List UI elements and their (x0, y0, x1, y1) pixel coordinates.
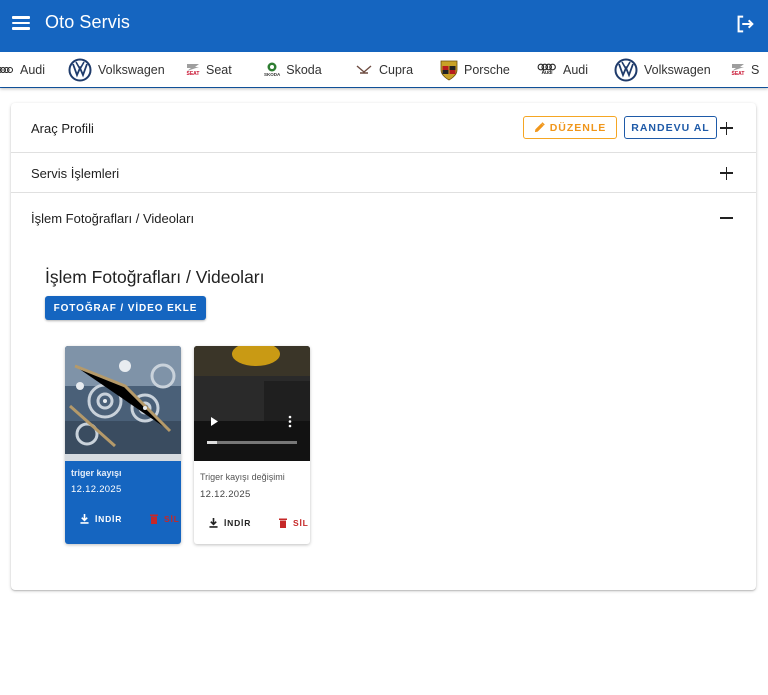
brand-label: Seat (206, 62, 232, 77)
app-title: Oto Servis (45, 12, 131, 32)
media-card-video[interactable]: Triger kayışı değişimi 12.12.2025 İNDİR … (194, 346, 310, 544)
delete-button[interactable]: SİL (150, 512, 180, 526)
media-card-photo[interactable]: triger kayışı 12.12.2025 İNDİR SİL (65, 346, 181, 544)
pencil-icon (534, 122, 545, 133)
media-date: 12.12.2025 (200, 489, 251, 500)
expand-plus-icon[interactable] (720, 166, 734, 180)
brand-label: Volkswagen (98, 62, 165, 77)
brand-label: Volkswagen (644, 62, 711, 77)
audi-logo-icon: Audi (537, 63, 557, 76)
brand-carousel: Audi Volkswagen SEAT Seat SKODA Skoda Cu… (0, 52, 768, 87)
vehicle-panel: Araç Profili DÜZENLE RANDEVU AL Servis İ… (11, 103, 756, 590)
audi-logo-icon (0, 65, 14, 75)
skoda-logo-icon: SKODA (264, 62, 280, 77)
brand-item-volkswagen[interactable]: Volkswagen (68, 52, 165, 87)
brand-item-seat[interactable]: SEAT Seat (186, 52, 232, 87)
brand-label: Cupra (379, 62, 414, 77)
delete-label: SİL (164, 514, 180, 524)
download-button[interactable]: İNDİR (209, 516, 251, 530)
download-button[interactable]: İNDİR (80, 512, 122, 526)
porsche-logo-icon (440, 59, 458, 81)
video-player[interactable] (194, 346, 310, 461)
menu-icon[interactable] (12, 14, 32, 34)
brand-item-seat-2[interactable]: SEAT S (731, 52, 760, 87)
add-media-button-label: FOTOĞRAF / VİDEO EKLE (53, 302, 198, 314)
services-header[interactable]: Servis İşlemleri (11, 153, 756, 193)
collapse-minus-icon[interactable] (720, 211, 734, 225)
profile-header[interactable]: Araç Profili DÜZENLE RANDEVU AL (11, 103, 756, 153)
download-label: İNDİR (224, 518, 252, 528)
brand-item-audi[interactable]: Audi (0, 52, 45, 87)
brand-item-cupra[interactable]: Cupra (355, 52, 413, 87)
seat-logo-icon: SEAT (186, 63, 200, 77)
brand-item-porsche[interactable]: Porsche (440, 52, 510, 87)
cupra-logo-icon (355, 64, 373, 76)
brand-item-volkswagen-2[interactable]: Volkswagen (614, 52, 711, 87)
brand-label: Audi (563, 62, 589, 77)
download-label: İNDİR (95, 514, 123, 524)
download-icon (209, 518, 218, 528)
media-heading: İşlem Fotoğrafları / Videoları (45, 267, 265, 287)
trash-icon (279, 518, 287, 528)
seat-logo-icon: SEAT (731, 63, 745, 77)
brand-label: Skoda (286, 62, 322, 77)
add-media-button[interactable]: FOTOĞRAF / VİDEO EKLE (45, 296, 206, 320)
appointment-button[interactable]: RANDEVU AL (624, 116, 717, 139)
brand-item-skoda[interactable]: SKODA Skoda (264, 52, 322, 87)
brand-label: S (751, 62, 760, 77)
delete-label: SİL (293, 518, 309, 528)
logout-icon[interactable] (734, 13, 756, 35)
profile-label: Araç Profili (31, 121, 94, 136)
media-label: İşlem Fotoğrafları / Videoları (31, 211, 195, 226)
expand-plus-icon[interactable] (720, 121, 734, 135)
services-label: Servis İşlemleri (31, 166, 120, 181)
brand-label: Porsche (464, 62, 510, 77)
brand-label: Audi (20, 62, 46, 77)
media-name: Triger kayışı değişimi (200, 472, 285, 482)
media-date: 12.12.2025 (71, 484, 122, 495)
brand-item-audi-2[interactable]: Audi Audi (537, 52, 588, 87)
edit-button[interactable]: DÜZENLE (523, 116, 617, 139)
vw-logo-icon (68, 58, 92, 82)
appointment-button-label: RANDEVU AL (631, 121, 710, 134)
trash-icon (150, 514, 158, 524)
media-header[interactable]: İşlem Fotoğrafları / Videoları (11, 193, 756, 243)
edit-button-label: DÜZENLE (549, 121, 607, 134)
app-bar: Oto Servis (0, 0, 768, 48)
media-name: triger kayışı (71, 468, 122, 478)
delete-button[interactable]: SİL (279, 516, 309, 530)
vw-logo-icon (614, 58, 638, 82)
download-icon (80, 514, 89, 524)
photo-thumbnail[interactable] (65, 346, 181, 461)
